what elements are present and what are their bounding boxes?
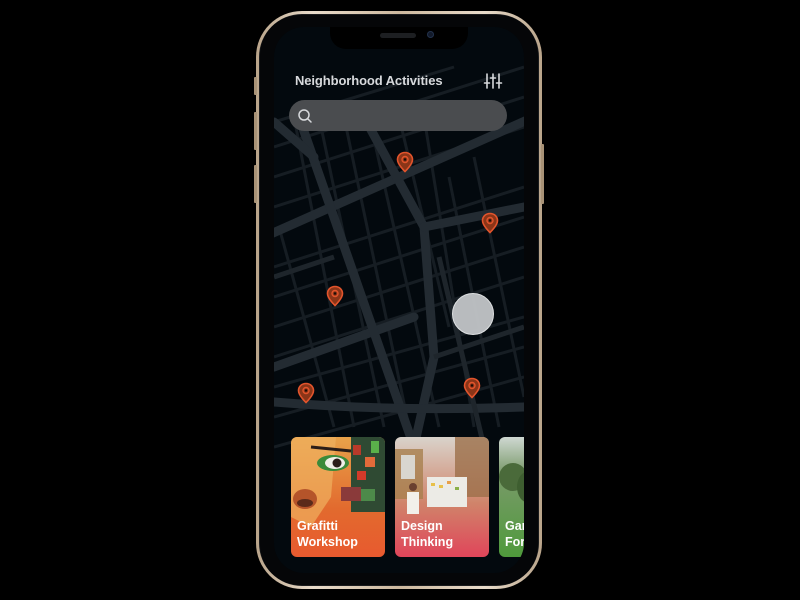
page-title: Neighborhood Activities [295, 73, 443, 88]
activity-pin-4[interactable] [297, 382, 315, 404]
search-input[interactable] [319, 100, 503, 133]
map-pin-icon [481, 212, 499, 234]
app-screen: Neighborhood Activities Grafitti Worksho… [274, 27, 524, 573]
card-title-line-1: Gar [505, 519, 524, 533]
card-title: Gar For [505, 518, 524, 550]
front-camera [427, 31, 434, 38]
activity-carousel[interactable]: Grafitti Workshop Design Thinking Ga For [289, 437, 524, 557]
card-title-line-2: Workshop [297, 535, 358, 549]
mute-switch [254, 77, 257, 95]
card-title: Grafitti Workshop [297, 518, 358, 550]
notch [330, 27, 468, 49]
search-bar[interactable] [289, 100, 507, 133]
activity-pin-2[interactable] [481, 212, 499, 234]
sliders-icon [483, 73, 503, 89]
speaker-grille [380, 33, 416, 38]
card-title-line-2: For [505, 535, 524, 549]
map-pin-icon [396, 151, 414, 173]
map-pin-icon [326, 285, 344, 307]
activity-card-grafitti-workshop[interactable]: Grafitti Workshop [291, 437, 385, 557]
power-button [541, 144, 544, 204]
card-title-line-1: Design [401, 519, 443, 533]
card-title-line-1: Grafitti [297, 519, 338, 533]
map-pin-icon [463, 377, 481, 399]
activity-pin-5[interactable] [463, 377, 481, 399]
volume-down-button [254, 165, 257, 203]
search-icon [298, 109, 312, 123]
phone-frame: Neighborhood Activities Grafitti Worksho… [254, 11, 544, 589]
activity-pin-1[interactable] [396, 151, 414, 173]
card-title: Design Thinking [401, 518, 453, 550]
volume-up-button [254, 112, 257, 150]
activity-card-design-thinking[interactable]: Design Thinking [395, 437, 489, 557]
card-title-line-2: Thinking [401, 535, 454, 549]
activity-pin-3[interactable] [326, 285, 344, 307]
filter-button[interactable] [482, 71, 504, 91]
user-location-marker[interactable] [452, 293, 494, 335]
activity-card-garden[interactable]: Gar For [499, 437, 524, 557]
map-pin-icon [297, 382, 315, 404]
